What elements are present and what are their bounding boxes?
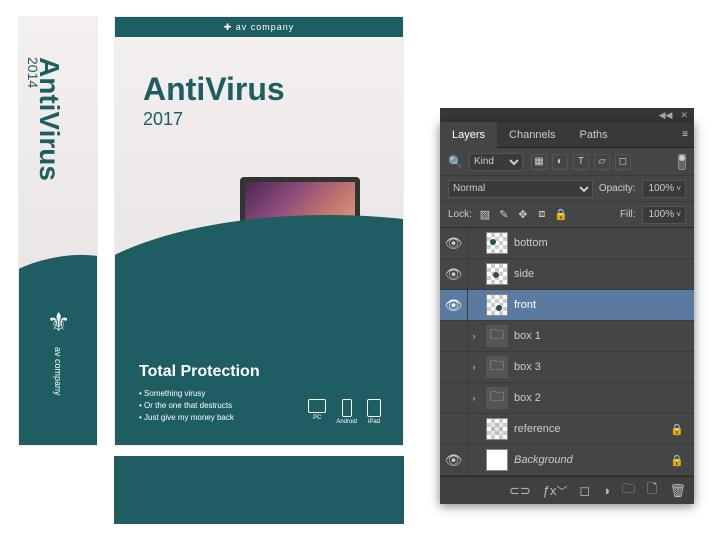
layer-name[interactable]: box 1 — [514, 330, 541, 342]
box-bottom-panel — [114, 456, 404, 524]
search-icon[interactable]: 🔍 — [448, 155, 463, 169]
link-layers-icon[interactable]: ⊂⊃ — [509, 483, 531, 499]
bullet: Something virusy — [139, 389, 379, 398]
layer-row-box-2[interactable]: › box 2 — [440, 383, 694, 414]
lock-icon: 🔒 — [670, 423, 684, 436]
collapse-icon[interactable]: ◀◀ — [659, 110, 673, 121]
layer-thumbnail — [486, 387, 508, 409]
layer-mask-icon[interactable]: ◻ — [579, 483, 590, 499]
layer-thumbnail — [486, 325, 508, 347]
visibility-toggle[interactable] — [440, 414, 468, 444]
panel-menu-icon[interactable]: ≡ — [682, 129, 688, 140]
layer-row-front[interactable]: 👁 front — [440, 290, 694, 321]
visibility-toggle[interactable]: 👁 — [440, 228, 468, 258]
layer-name[interactable]: side — [514, 268, 534, 280]
fill-label: Fill: — [620, 209, 636, 220]
panel-tabs: Layers Channels Paths ≡ — [440, 122, 694, 148]
lock-pixels-icon[interactable]: ✎ — [497, 208, 511, 222]
lock-label: Lock: — [448, 209, 472, 220]
layer-name[interactable]: box 3 — [514, 361, 541, 373]
new-group-icon[interactable]: 🗀 — [622, 480, 635, 502]
blend-row: Normal Opacity: 100% — [440, 176, 694, 202]
expand-arrow[interactable]: › — [468, 393, 480, 403]
front-title: AntiVirus — [143, 71, 285, 108]
lock-all-icon[interactable]: 🔒 — [554, 208, 568, 222]
layer-list: 👁 bottom 👁 side 👁 front › box 1 › box 3 › box 2 refe… — [440, 228, 694, 476]
filter-row: 🔍 Kind ▦ ◐ T ▱ ◻ — [440, 148, 694, 176]
expand-arrow[interactable]: › — [468, 362, 480, 372]
tab-paths[interactable]: Paths — [568, 122, 620, 148]
filter-kind-select[interactable]: Kind — [469, 153, 523, 171]
layer-row-bottom[interactable]: 👁 bottom — [440, 228, 694, 259]
layer-thumbnail — [486, 294, 508, 316]
visibility-toggle[interactable]: 👁 — [440, 259, 468, 289]
layer-row-box-1[interactable]: › box 1 — [440, 321, 694, 352]
layer-thumbnail — [486, 263, 508, 285]
visibility-toggle[interactable]: 👁 — [440, 445, 468, 475]
expand-arrow[interactable]: › — [468, 331, 480, 341]
tab-layers[interactable]: Layers — [440, 122, 497, 148]
layer-thumbnail — [486, 449, 508, 471]
filter-pixel-icon[interactable]: ▦ — [531, 154, 547, 170]
layer-row-side[interactable]: 👁 side — [440, 259, 694, 290]
visibility-toggle[interactable] — [440, 352, 468, 382]
close-icon[interactable]: ✕ — [680, 110, 688, 121]
visibility-toggle[interactable] — [440, 321, 468, 351]
front-bottom: Total Protection Something virusy Or the… — [115, 293, 403, 445]
lock-transparent-icon[interactable]: ▨ — [478, 208, 492, 222]
device-ipad: iPad — [367, 399, 381, 425]
front-year: 2017 — [143, 109, 183, 130]
layer-name[interactable]: box 2 — [514, 392, 541, 404]
box-side-panel: AntiVirus 2014 ⚜ av company — [18, 16, 98, 446]
filter-adjust-icon[interactable]: ◐ — [552, 154, 568, 170]
layer-row-box-3[interactable]: › box 3 — [440, 352, 694, 383]
blend-mode-select[interactable]: Normal — [448, 180, 593, 198]
lock-artboard-icon[interactable]: ⧈ — [535, 208, 549, 222]
lock-position-icon[interactable]: ✥ — [516, 208, 530, 222]
lock-icon: 🔒 — [670, 454, 684, 467]
layer-row-Background[interactable]: 👁 Background 🔒 — [440, 445, 694, 476]
device-android: Android — [336, 399, 357, 425]
delete-layer-icon[interactable]: 🗑 — [669, 483, 686, 499]
visibility-toggle[interactable]: 👁 — [440, 290, 468, 320]
filter-type-icon[interactable]: T — [573, 154, 589, 170]
opacity-label: Opacity: — [599, 183, 636, 194]
filter-toggle[interactable] — [678, 154, 686, 170]
fleur-icon: ⚜ — [47, 307, 70, 338]
adjustment-layer-icon[interactable]: ◑ — [602, 483, 610, 498]
filter-smart-icon[interactable]: ◻ — [615, 154, 631, 170]
side-brand: av company — [53, 347, 63, 396]
tab-channels[interactable]: Channels — [497, 122, 567, 148]
protection-title: Total Protection — [139, 363, 379, 381]
opacity-value[interactable]: 100% — [642, 180, 686, 198]
layer-name[interactable]: front — [514, 299, 536, 311]
layer-thumbnail — [486, 418, 508, 440]
side-year: 2014 — [25, 57, 41, 88]
lock-row: Lock: ▨ ✎ ✥ ⧈ 🔒 Fill: 100% — [440, 202, 694, 228]
device-pc: PC — [308, 399, 326, 425]
layer-thumbnail — [486, 232, 508, 254]
layer-name[interactable]: Background — [514, 454, 573, 466]
layer-row-reference[interactable]: reference 🔒 — [440, 414, 694, 445]
visibility-toggle[interactable] — [440, 383, 468, 413]
panel-collapse-bar: ◀◀ ✕ — [440, 108, 694, 122]
layer-name[interactable]: reference — [514, 423, 560, 435]
box-front-panel: ✚ av company AntiVirus 2017 Total Protec… — [114, 16, 404, 446]
layer-name[interactable]: bottom — [514, 237, 548, 249]
fill-value[interactable]: 100% — [642, 206, 686, 224]
layer-fx-icon[interactable]: ƒx﹀ — [543, 483, 568, 499]
layer-thumbnail — [486, 356, 508, 378]
filter-shape-icon[interactable]: ▱ — [594, 154, 610, 170]
new-layer-icon[interactable]: 🗋 — [647, 480, 657, 502]
front-header: ✚ av company — [115, 17, 403, 37]
layers-panel: Layers Channels Paths ≡ 🔍 Kind ▦ ◐ T ▱ ◻… — [440, 122, 694, 504]
panel-footer: ⊂⊃ ƒx﹀ ◻ ◑ 🗀 🗋 🗑 — [440, 476, 694, 504]
